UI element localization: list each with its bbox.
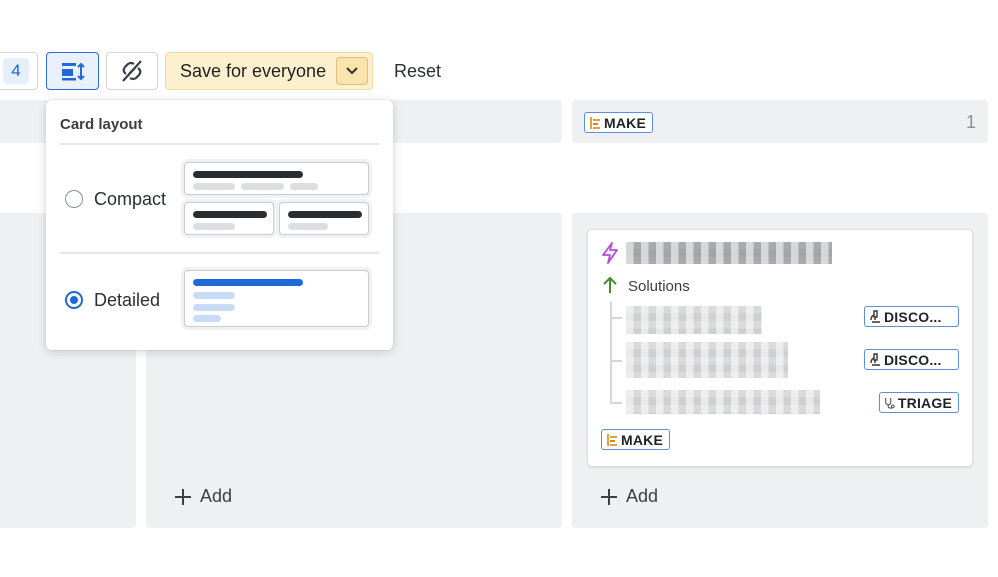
compact-label[interactable]: Compact [94,189,166,210]
save-dropdown-toggle[interactable] [336,57,368,85]
make-icon [607,433,617,446]
detailed-label[interactable]: Detailed [94,290,160,311]
idea-card[interactable]: Solutions DISCO... DISCO... TRIAGE MAKE [587,229,973,467]
hide-links-button[interactable] [106,52,158,90]
arrow-up-icon [603,276,617,293]
add-card-button[interactable]: Add [174,486,232,507]
card-layout-popover: Card layout Compact Detailed [46,100,393,350]
child-tag-discovery-2[interactable]: DISCO... [864,349,959,370]
make-tag[interactable]: MAKE [584,112,654,133]
add-card-button[interactable]: Add [600,486,658,507]
stethoscope-icon [885,397,895,409]
redacted-card-title [626,242,832,264]
card-make-tag[interactable]: MAKE [601,429,671,450]
divider [60,252,379,254]
reset-button[interactable]: Reset [394,61,441,82]
plus-icon [175,488,191,505]
card-layout-button[interactable] [46,52,99,90]
child-tag-triage[interactable]: TRIAGE [879,392,959,413]
redacted-child-2 [626,342,788,378]
column-count: 1 [965,112,976,132]
chevron-down-icon [346,67,358,75]
popover-title: Card layout [60,116,143,133]
detailed-radio[interactable] [65,291,83,309]
compact-radio[interactable] [65,190,83,208]
child-tag-discovery-1[interactable]: DISCO... [864,306,959,327]
column-header-make: MAKE 1 [572,100,988,143]
make-icon [590,116,600,129]
microscope-icon [870,309,880,323]
plus-icon [601,488,617,505]
redacted-child-1 [626,306,762,334]
microscope-icon [870,352,880,366]
count-button[interactable]: 4 [0,52,38,90]
card-layout-icon [61,62,85,81]
count-badge: 4 [3,58,29,84]
unlink-icon [122,60,142,82]
redacted-child-3 [626,390,820,414]
save-for-everyone-button[interactable]: Save for everyone [165,52,373,90]
divider [60,143,379,145]
solutions-label: Solutions [628,278,690,295]
save-label: Save for everyone [180,60,327,81]
lightning-icon [602,242,618,264]
